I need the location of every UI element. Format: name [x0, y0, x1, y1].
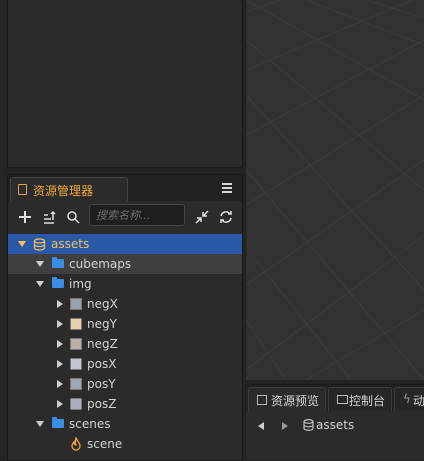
tree-item-label: posZ [87, 397, 117, 411]
expand-arrow-icon[interactable] [36, 421, 44, 427]
add-button[interactable] [15, 206, 35, 228]
bottom-tabbar: 资源预览 控制台 ϟ 动 [246, 385, 424, 411]
image-thumbnail-icon [70, 338, 82, 350]
tab-console[interactable]: 控制台 [328, 387, 392, 411]
animation-icon: ϟ [403, 392, 411, 406]
tree-item-label: negY [87, 317, 117, 331]
folder-icon [52, 417, 64, 428]
sort-icon [44, 210, 56, 224]
tab-animation[interactable]: ϟ 动 [394, 387, 424, 411]
image-thumbnail-icon [70, 298, 82, 310]
assets-tabbar: 资源管理器 [8, 175, 242, 201]
tab-assets-label: 资源管理器 [33, 184, 94, 198]
search-input[interactable] [89, 204, 185, 226]
scene-flame-icon [71, 437, 81, 451]
tree-item-posy[interactable]: posY [8, 374, 242, 394]
tree-item-posx[interactable]: posX [8, 354, 242, 374]
expand-arrow-icon[interactable] [36, 281, 44, 287]
plus-icon [19, 211, 31, 223]
assets-panel: 资源管理器 assets cubemaps [7, 174, 243, 461]
forward-arrow-icon[interactable] [282, 422, 288, 430]
tree-item-negy[interactable]: negY [8, 314, 242, 334]
image-thumbnail-icon [70, 398, 82, 410]
scene-grid [246, 0, 424, 380]
expand-arrow-icon[interactable] [57, 360, 63, 368]
tree-item-label: negZ [87, 337, 118, 351]
refresh-button[interactable] [216, 206, 236, 228]
left-edge-strip [0, 0, 6, 459]
collapse-all-button[interactable] [192, 206, 212, 228]
preview-toolbar: assets [246, 413, 424, 437]
sort-button[interactable] [39, 206, 59, 228]
scene-viewport[interactable] [246, 0, 424, 380]
preview-console-panel: 资源预览 控制台 ϟ 动 assets [246, 384, 424, 460]
image-thumbnail-icon [70, 378, 82, 390]
tab-asset-preview[interactable]: 资源预览 [248, 387, 326, 411]
tree-item-scene[interactable]: scene [8, 434, 242, 454]
tab-label: 动 [413, 394, 424, 408]
tree-item-label: img [69, 277, 92, 291]
image-thumbnail-icon [70, 358, 82, 370]
tab-label: 资源预览 [271, 394, 320, 408]
tree-item-posz[interactable]: posZ [8, 394, 242, 414]
image-thumbnail-icon [70, 318, 82, 330]
folder-icon [52, 257, 64, 268]
tab-label: 控制台 [349, 394, 386, 408]
tree-item-cubemaps[interactable]: cubemaps [8, 254, 242, 274]
tab-assets[interactable]: 资源管理器 [10, 177, 128, 201]
database-icon [33, 238, 46, 251]
collapse-arrows-icon [195, 210, 209, 224]
lock-icon [18, 184, 27, 195]
console-icon [337, 395, 348, 404]
tree-item-negx[interactable]: negX [8, 294, 242, 314]
expand-arrow-icon[interactable] [57, 380, 63, 388]
expand-arrow-icon[interactable] [36, 261, 44, 267]
database-icon [303, 419, 314, 431]
expand-arrow-icon[interactable] [57, 400, 63, 408]
expand-arrow-icon[interactable] [57, 340, 63, 348]
refresh-icon [220, 211, 232, 223]
hierarchy-panel [7, 0, 243, 168]
search-icon [67, 211, 80, 224]
tree-item-label: scene [87, 437, 123, 451]
tree-item-negz[interactable]: negZ [8, 334, 242, 354]
tree-item-label: cubemaps [69, 257, 132, 271]
tree-item-scenes[interactable]: scenes [8, 414, 242, 434]
expand-arrow-icon[interactable] [57, 320, 63, 328]
tree-item-label: posX [87, 357, 117, 371]
expand-arrow-icon[interactable] [18, 241, 26, 247]
tree-item-label: posY [87, 377, 116, 391]
tree-item-assets[interactable]: assets [8, 234, 242, 254]
back-arrow-icon[interactable] [258, 422, 264, 430]
breadcrumb[interactable]: assets [316, 418, 354, 432]
tree-item-img[interactable]: img [8, 274, 242, 294]
tree-item-label: negX [87, 297, 118, 311]
tree-item-label: scenes [69, 417, 111, 431]
lock-icon [257, 395, 267, 405]
expand-arrow-icon[interactable] [57, 300, 63, 308]
panel-menu-icon[interactable] [222, 183, 232, 193]
tree-item-label: assets [51, 237, 90, 251]
search-button[interactable] [63, 206, 83, 228]
folder-icon [52, 277, 64, 288]
